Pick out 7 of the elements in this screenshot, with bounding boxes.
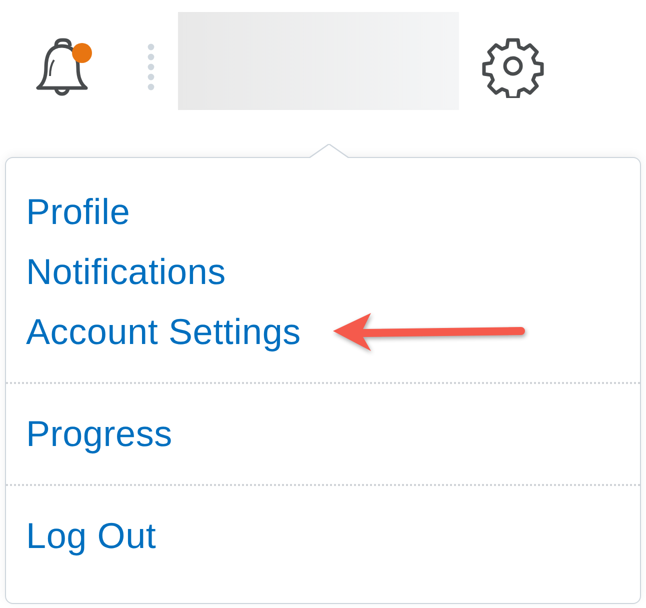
menu-link[interactable]: Profile [26, 191, 130, 233]
menu-link[interactable]: Progress [26, 413, 172, 455]
menu-link[interactable]: Log Out [26, 515, 156, 557]
menu-link[interactable]: Account Settings [26, 311, 301, 353]
separator-dots-icon [147, 43, 155, 93]
bell-icon[interactable] [34, 36, 90, 98]
menu-link[interactable]: Notifications [26, 251, 226, 293]
